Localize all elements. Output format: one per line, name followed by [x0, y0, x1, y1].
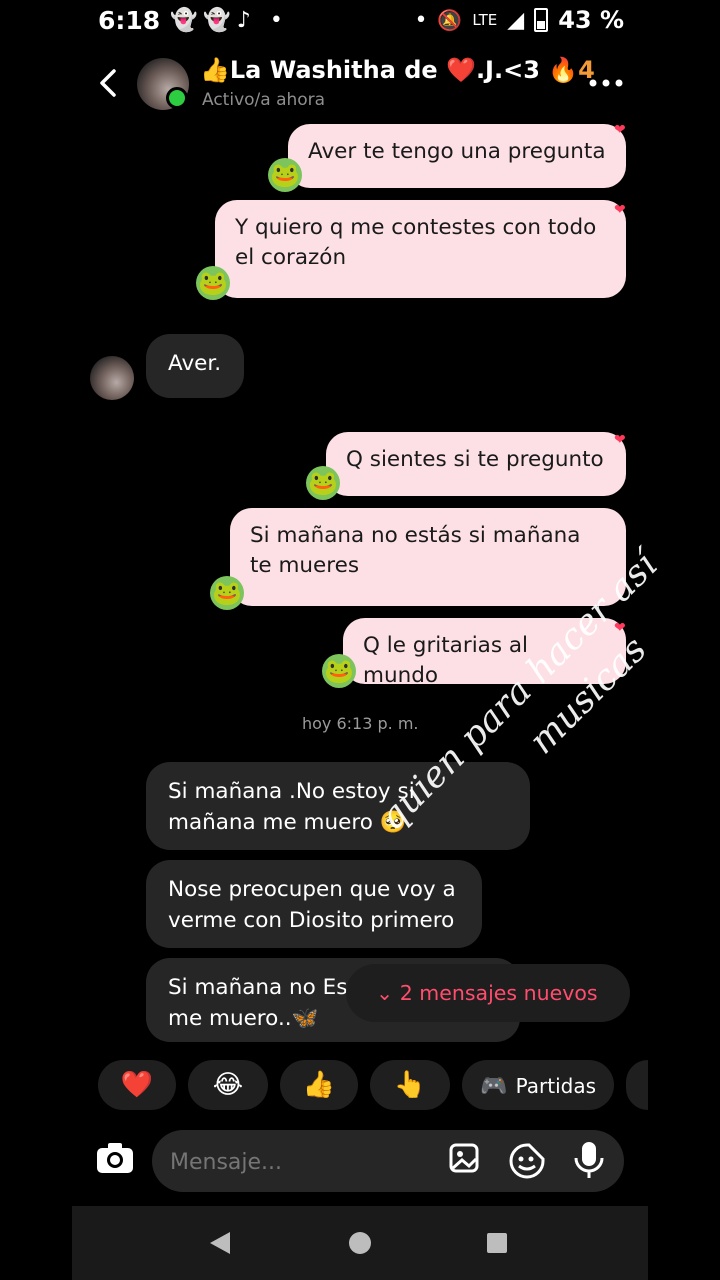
quick-reaction-point-up[interactable]: 👆 [370, 1060, 450, 1110]
presence-status: Activo/a ahora [202, 90, 326, 110]
games-button[interactable]: 🎮 Partidas [462, 1060, 614, 1110]
camera-icon [97, 1143, 133, 1173]
message-text: Nose preocupen que voy a verme con Diosi… [168, 877, 456, 933]
message-out[interactable]: Aver te tengo una pregunta [288, 124, 626, 188]
frog-sticker-icon: 🐸 [322, 654, 356, 688]
more-chip[interactable] [626, 1060, 648, 1110]
heart-reaction-icon: ❤ [614, 432, 626, 448]
system-nav-bar [72, 1206, 648, 1280]
new-messages-label: 2 mensajes nuevos [399, 981, 598, 1005]
dot-icon: • [414, 7, 428, 33]
microphone-icon [574, 1142, 604, 1178]
timestamp: hoy 6:13 p. m. [302, 714, 419, 733]
heart-icon: ❤️ [120, 1070, 154, 1100]
frog-sticker-icon: 🐸 [268, 158, 302, 192]
network-label: LTE [472, 11, 498, 29]
message-in[interactable]: Nose preocupen que voy a verme con Diosi… [146, 860, 482, 948]
message-out[interactable]: Si mañana no estás si mañana te mueres [230, 508, 626, 606]
triangle-back-icon [210, 1232, 230, 1254]
gamepad-icon: 🎮 [479, 1074, 508, 1099]
nav-back-button[interactable] [208, 1230, 232, 1260]
thumbs-up-icon: 👍 [302, 1070, 336, 1100]
frog-sticker-icon: 🐸 [210, 576, 244, 610]
sticker-button[interactable] [508, 1142, 546, 1184]
message-text: Aver. [168, 351, 222, 376]
frog-sticker-icon: 🐸 [196, 266, 230, 300]
nav-recents-button[interactable] [486, 1232, 508, 1258]
message-out[interactable]: Y quiero q me contestes con todo el cora… [215, 200, 626, 298]
sticker-icon [509, 1143, 545, 1179]
mute-icon: 🔕 [437, 8, 463, 32]
gallery-button[interactable] [448, 1142, 484, 1182]
microphone-button[interactable] [572, 1140, 606, 1184]
circle-home-icon [349, 1232, 371, 1254]
message-out[interactable]: Q sientes si te pregunto [326, 432, 626, 496]
message-in[interactable]: Aver. [146, 334, 244, 398]
notification-icons: 👻👻♪ • [170, 8, 289, 33]
quick-reaction-heart[interactable]: ❤️ [98, 1060, 176, 1110]
contact-name[interactable]: 👍La Washitha de ❤️.J.<3 🔥4 [200, 56, 595, 84]
sender-avatar[interactable] [90, 356, 134, 400]
square-recents-icon [487, 1233, 507, 1253]
games-label: Partidas [515, 1074, 597, 1098]
heart-reaction-icon: ❤ [614, 202, 626, 218]
pointing-up-icon: 👆 [393, 1070, 427, 1100]
more-dots-icon [589, 79, 623, 87]
status-bar: 6:18 👻👻♪ • • 🔕 LTE ◢ 43 % [0, 0, 720, 44]
battery-percent: 43 % [558, 6, 624, 34]
laughing-emoji-icon: 😂 [212, 1070, 244, 1100]
quick-reaction-laugh[interactable]: 😂 [188, 1060, 268, 1110]
new-messages-button[interactable]: ⌄ 2 mensajes nuevos [346, 964, 630, 1022]
message-text: Q sientes si te pregunto [346, 447, 604, 472]
heart-reaction-icon: ❤ [614, 122, 626, 138]
contact-name-text: 👍La Washitha de ❤️.J.<3 [200, 56, 540, 84]
quick-reaction-thumbs-up[interactable]: 👍 [280, 1060, 358, 1110]
battery-icon [534, 8, 549, 32]
double-chevron-down-icon: ⌄ [376, 981, 394, 1005]
frog-sticker-icon: 🐸 [306, 466, 340, 500]
more-button[interactable] [588, 62, 624, 97]
camera-button[interactable] [96, 1142, 134, 1178]
status-time: 6:18 [98, 6, 161, 35]
message-text: Y quiero q me contestes con todo el cora… [235, 215, 597, 270]
status-right: • 🔕 LTE ◢ 43 % [414, 6, 624, 34]
gallery-icon [449, 1143, 479, 1173]
nav-home-button[interactable] [348, 1231, 372, 1259]
signal-icon: ◢ [507, 7, 525, 33]
back-button[interactable] [96, 66, 124, 100]
message-input[interactable] [168, 1138, 432, 1186]
chevron-left-icon [100, 69, 116, 97]
message-text: Aver te tengo una pregunta [308, 139, 606, 164]
online-indicator [166, 87, 188, 109]
message-text: Si mañana no estás si mañana te mueres [250, 523, 581, 578]
